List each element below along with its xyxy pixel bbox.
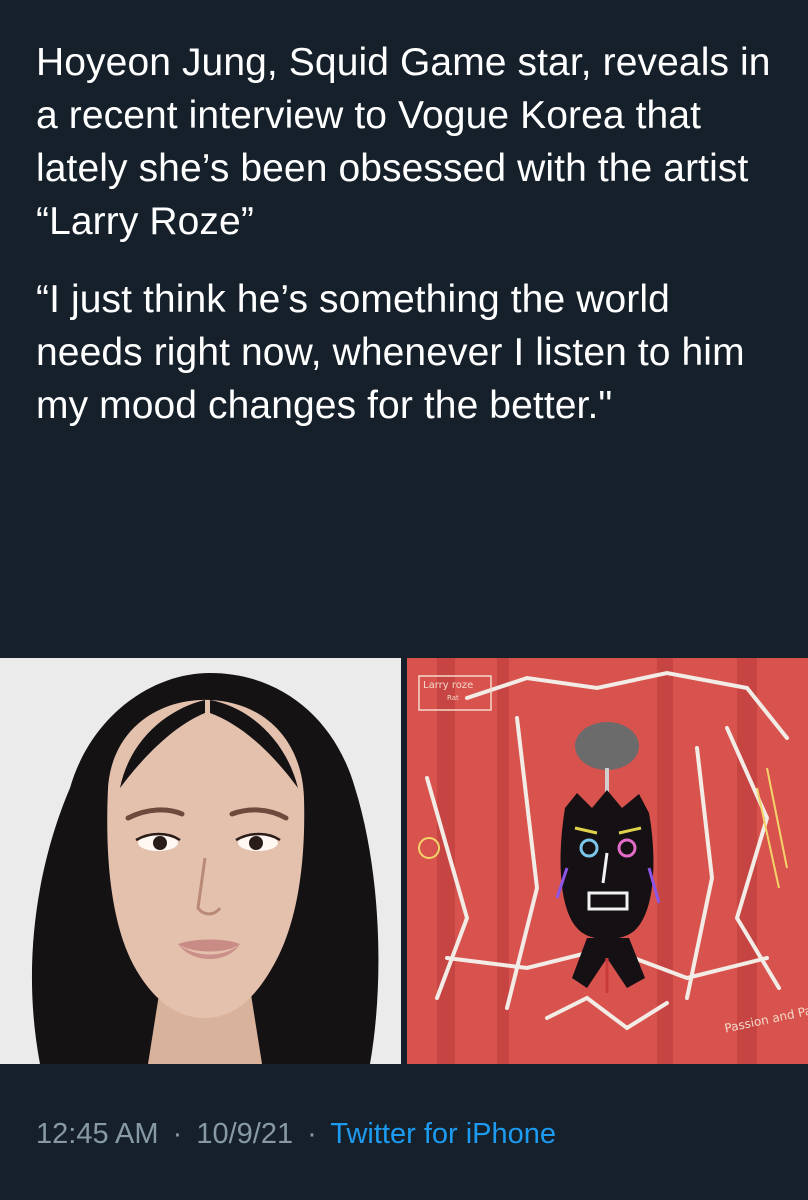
portrait-image (0, 658, 401, 1064)
tweet-source-link[interactable]: Twitter for iPhone (330, 1118, 556, 1150)
artwork-corner-label: Larry roze (423, 680, 473, 691)
tweet-time[interactable]: 12:45 AM (36, 1118, 159, 1150)
tweet-text: Hoyeon Jung, Squid Game star, reveals in… (36, 36, 776, 432)
tweet-date[interactable]: 10/9/21 (196, 1118, 293, 1150)
tweet-paragraph-1: Hoyeon Jung, Squid Game star, reveals in… (36, 41, 771, 243)
meta-separator: · (307, 1118, 317, 1150)
media-photo-artwork[interactable]: Larry roze Rat Passion and Pain (407, 658, 808, 1064)
tweet-media-grid: Larry roze Rat Passion and Pain (0, 658, 808, 1064)
tweet-meta: 12:45 AM · 10/9/21 · Twitter for iPhone (36, 1118, 556, 1151)
media-photo-portrait[interactable] (0, 658, 401, 1064)
artwork-image: Larry roze Rat Passion and Pain (407, 658, 808, 1064)
artwork-corner-sub: Rat (447, 694, 459, 702)
tweet-paragraph-2: “I just think he’s something the world n… (36, 278, 745, 427)
meta-separator: · (172, 1118, 183, 1150)
